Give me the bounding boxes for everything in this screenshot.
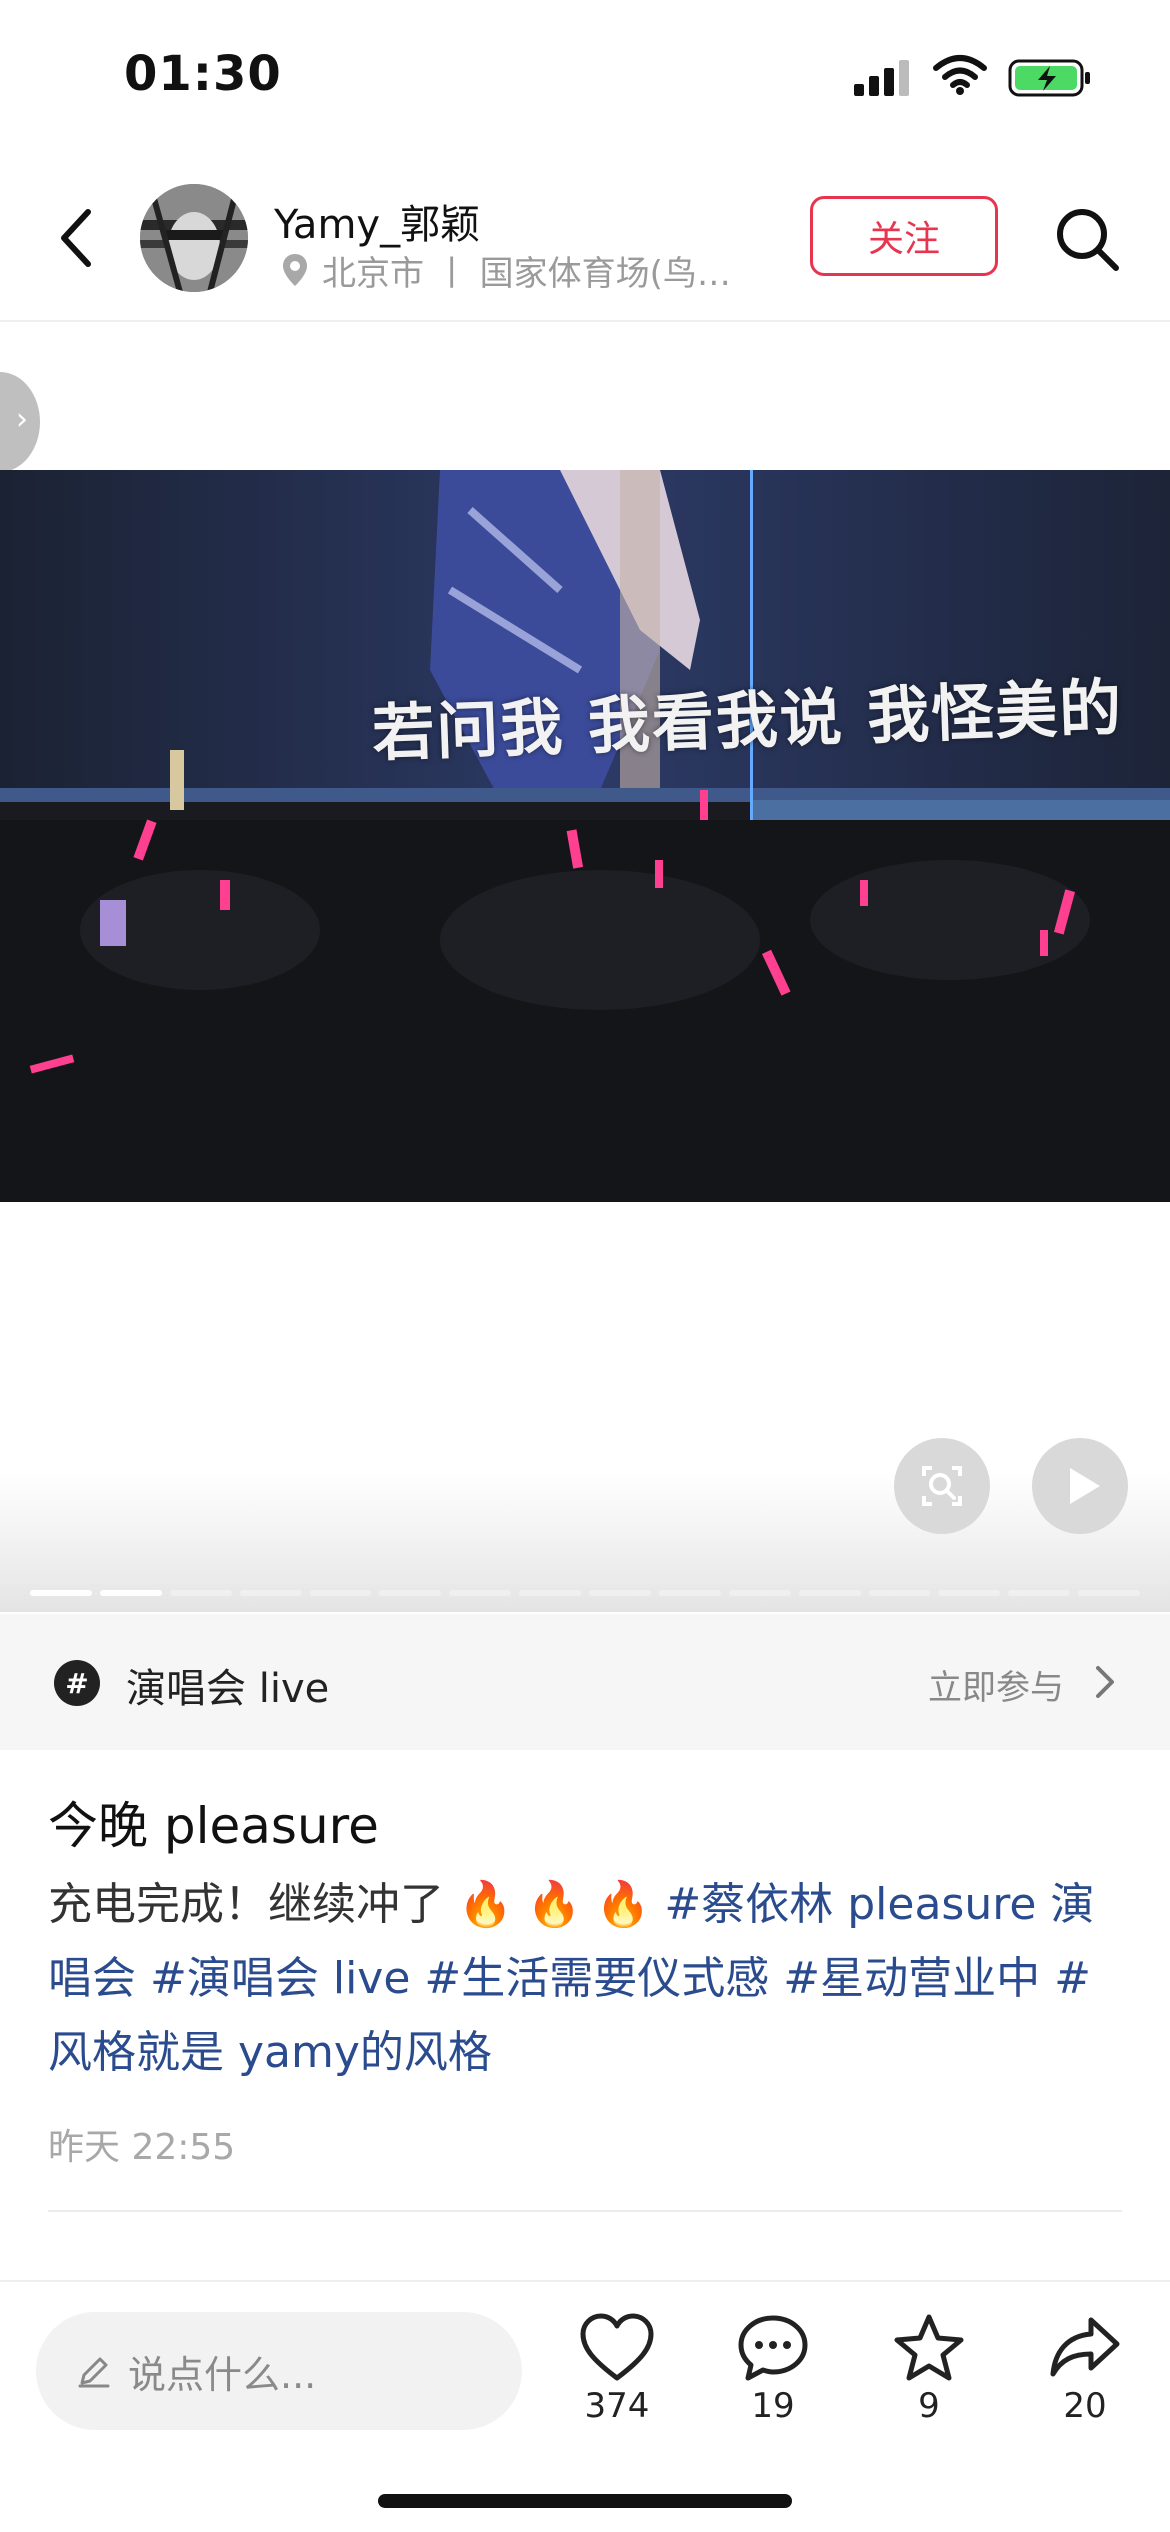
comment-button[interactable]: 19 bbox=[718, 2312, 828, 2452]
hashtag-link[interactable]: #星动营业中 bbox=[783, 1953, 1040, 2004]
location-pin-icon bbox=[283, 254, 307, 286]
avatar[interactable] bbox=[140, 184, 248, 292]
carousel-dot bbox=[589, 1590, 651, 1596]
post-text: 充电完成！继续冲了 bbox=[48, 1879, 444, 1930]
topic-name: 演唱会 live bbox=[126, 1666, 330, 1712]
carousel-dot bbox=[728, 1590, 791, 1596]
comment-count: 19 bbox=[751, 2386, 795, 2426]
scan-button[interactable] bbox=[894, 1438, 990, 1534]
post-header: Yamy_郭颖 北京市 丨 国家体育场(鸟… 关注 bbox=[0, 170, 1170, 322]
share-button[interactable]: 20 bbox=[1030, 2312, 1140, 2452]
favorite-button[interactable]: 9 bbox=[874, 2312, 984, 2452]
carousel-dot bbox=[379, 1590, 442, 1596]
carousel-dot bbox=[30, 1590, 92, 1596]
like-button[interactable]: 374 bbox=[562, 2312, 672, 2452]
carousel-dot bbox=[798, 1590, 861, 1596]
side-expand-tab[interactable]: › bbox=[0, 372, 40, 472]
media-carousel[interactable]: › 若问我 我看我说 我怪美的 bbox=[0, 322, 1170, 1612]
comment-input[interactable]: 说点什么... bbox=[36, 2312, 522, 2430]
battery-charging-icon bbox=[1008, 59, 1090, 97]
concert-photo[interactable]: 若问我 我看我说 我怪美的 bbox=[0, 470, 1170, 1202]
carousel-dot bbox=[169, 1590, 232, 1596]
pencil-icon bbox=[78, 2357, 110, 2388]
location-line[interactable]: 北京市 丨 国家体育场(鸟… bbox=[282, 248, 731, 294]
wifi-icon bbox=[933, 55, 987, 95]
topic-bar[interactable]: # 演唱会 live 立即参与 bbox=[0, 1614, 1170, 1750]
carousel-dot bbox=[309, 1590, 372, 1596]
carousel-dot bbox=[99, 1590, 162, 1596]
carousel-dot bbox=[1008, 1590, 1071, 1596]
chevron-right-icon[interactable] bbox=[1090, 1662, 1120, 1702]
fire-emoji: 🔥 bbox=[458, 1879, 513, 1930]
follow-button[interactable]: 关注 bbox=[810, 196, 998, 276]
carousel-dot bbox=[1078, 1590, 1140, 1596]
favorite-count: 9 bbox=[918, 2386, 940, 2426]
heart-icon bbox=[580, 2313, 654, 2381]
status-bar: 01:30 bbox=[0, 0, 1170, 150]
comment-placeholder: 说点什么... bbox=[128, 2352, 317, 2397]
topic-join-link[interactable]: 立即参与 bbox=[928, 1660, 1064, 1709]
post-title: 今晚 pleasure bbox=[48, 1797, 379, 1855]
share-count: 20 bbox=[1063, 2386, 1107, 2426]
play-icon bbox=[1070, 1468, 1100, 1504]
carousel-dot bbox=[519, 1590, 581, 1596]
cellular-signal-icon bbox=[854, 60, 909, 96]
post-timestamp: 昨天 22:55 bbox=[48, 2127, 236, 2168]
carousel-dot bbox=[239, 1590, 302, 1596]
carousel-dot bbox=[938, 1590, 1001, 1596]
location-text: 北京市 丨 国家体育场(鸟… bbox=[322, 253, 731, 294]
star-icon bbox=[894, 2314, 964, 2381]
hashtag-link[interactable]: #生活需要仪式感 bbox=[424, 1953, 769, 2004]
post-body: 充电完成！继续冲了 🔥 🔥 🔥 #蔡依林 pleasure 演唱会 #演唱会 l… bbox=[48, 1868, 1128, 2090]
user-name[interactable]: Yamy_郭颖 bbox=[274, 192, 480, 250]
carousel-dot bbox=[658, 1590, 721, 1596]
carousel-dot bbox=[868, 1590, 931, 1596]
chevron-right-icon: › bbox=[16, 402, 28, 437]
scan-icon bbox=[922, 1466, 962, 1506]
divider bbox=[48, 2210, 1122, 2212]
hashtag-link[interactable]: #演唱会 live bbox=[150, 1953, 410, 2004]
comment-icon bbox=[738, 2315, 808, 2381]
topic-hash-icon: # bbox=[54, 1660, 100, 1706]
carousel-page-indicator bbox=[30, 1590, 1140, 1598]
fire-emoji: 🔥 bbox=[526, 1879, 582, 1930]
carousel-dot bbox=[449, 1590, 512, 1596]
back-icon[interactable] bbox=[50, 202, 104, 274]
share-icon bbox=[1050, 2317, 1120, 2377]
fire-emoji: 🔥 bbox=[595, 1879, 651, 1930]
home-indicator bbox=[378, 2494, 792, 2508]
search-icon[interactable] bbox=[1052, 204, 1122, 274]
like-count: 374 bbox=[584, 2386, 650, 2426]
play-button[interactable] bbox=[1032, 1438, 1128, 1534]
status-time: 01:30 bbox=[124, 46, 282, 102]
